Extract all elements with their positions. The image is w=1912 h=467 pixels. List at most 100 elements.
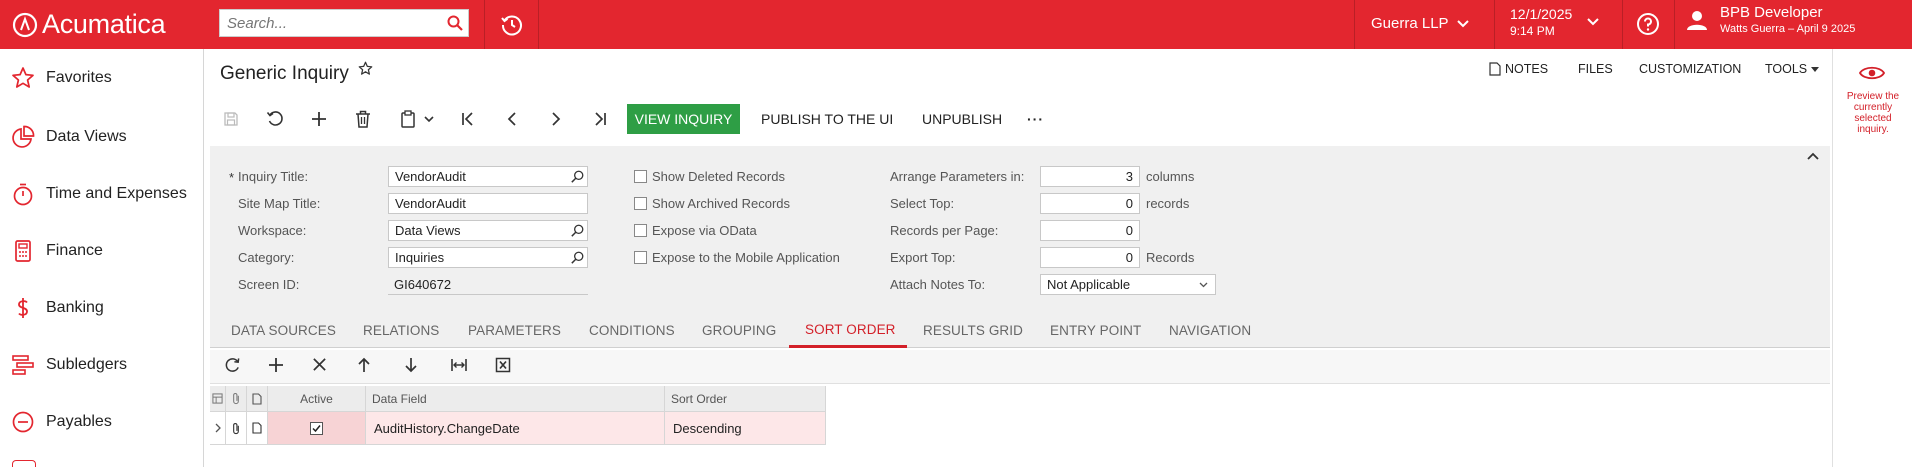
row-selector-header[interactable] — [210, 386, 226, 411]
site-map-title-field[interactable]: VendorAudit — [388, 193, 588, 214]
chevron-down-icon — [424, 115, 434, 122]
last-record-icon[interactable] — [587, 106, 613, 132]
lookup-icon[interactable] — [571, 224, 584, 237]
delete-icon[interactable] — [350, 106, 376, 132]
row-expander[interactable] — [210, 412, 226, 444]
arrange-parameters-field[interactable]: 3 — [1040, 166, 1140, 187]
customization-link[interactable]: CUSTOMIZATION — [1639, 62, 1741, 76]
notes-header — [247, 386, 268, 411]
files-link[interactable]: FILES — [1578, 62, 1613, 76]
data-field-cell[interactable]: AuditHistory.ChangeDate — [366, 412, 665, 444]
user-menu[interactable]: BPB Developer Watts Guerra – April 9 202… — [1686, 4, 1855, 36]
checkbox-box[interactable] — [634, 170, 647, 183]
active-cell[interactable] — [268, 412, 366, 444]
tab-results-grid[interactable]: RESULTS GRID — [923, 323, 1023, 338]
app-logo[interactable]: Acumatica — [12, 9, 166, 40]
checkbox-box[interactable] — [634, 224, 647, 237]
sidebar-item-label: Payables — [46, 413, 112, 430]
lookup-icon[interactable] — [571, 170, 584, 183]
sidebar-item-time-and-expenses[interactable]: Time and Expenses — [0, 174, 204, 214]
export-excel-icon[interactable] — [495, 357, 511, 373]
show-deleted-checkbox[interactable]: Show Deleted Records — [634, 169, 785, 184]
collapse-icon[interactable] — [1806, 151, 1820, 161]
previous-record-icon[interactable] — [499, 106, 525, 132]
next-record-icon[interactable] — [543, 106, 569, 132]
inquiry-title-field[interactable]: VendorAudit — [388, 166, 588, 187]
business-date[interactable]: 12/1/2025 9:14 PM — [1510, 6, 1572, 40]
delete-row-icon[interactable] — [312, 357, 327, 372]
columns-unit: columns — [1146, 169, 1195, 184]
sidebar-item-payables[interactable]: Payables — [0, 402, 204, 442]
expose-mobile-checkbox[interactable]: Expose to the Mobile Application — [634, 250, 840, 265]
row-note[interactable] — [247, 412, 268, 444]
notes-link[interactable]: NOTES — [1489, 62, 1548, 76]
tab-conditions[interactable]: CONDITIONS — [589, 323, 675, 338]
show-archived-checkbox[interactable]: Show Archived Records — [634, 196, 790, 211]
history-icon[interactable] — [500, 13, 524, 37]
checkbox-box[interactable] — [634, 197, 647, 210]
lookup-icon[interactable] — [571, 251, 584, 264]
eye-icon[interactable] — [1859, 64, 1885, 82]
first-record-icon[interactable] — [455, 106, 481, 132]
table-row[interactable]: AuditHistory.ChangeDate Descending — [210, 412, 826, 444]
move-down-icon[interactable] — [403, 357, 419, 373]
row-divider — [210, 444, 826, 445]
row-attachment[interactable] — [226, 412, 247, 444]
add-icon[interactable] — [306, 106, 332, 132]
sidebar-item-favorites[interactable]: Favorites — [0, 58, 204, 98]
tab-navigation[interactable]: NAVIGATION — [1169, 323, 1251, 338]
search-box[interactable] — [219, 9, 469, 37]
data-field-column-header[interactable]: Data Field — [366, 386, 665, 411]
active-column-header[interactable]: Active — [268, 386, 366, 411]
checkbox-label: Show Archived Records — [652, 196, 791, 211]
select-top-value: 0 — [1125, 196, 1133, 211]
add-row-icon[interactable] — [268, 357, 284, 373]
tab-entry-point[interactable]: ENTRY POINT — [1050, 323, 1141, 338]
unpublish-button[interactable]: UNPUBLISH — [922, 106, 1002, 132]
category-field[interactable]: Inquiries — [388, 247, 588, 268]
publish-to-ui-button[interactable]: PUBLISH TO THE UI — [761, 106, 893, 132]
favorite-star-icon[interactable] — [358, 61, 373, 76]
select-top-field[interactable]: 0 — [1040, 193, 1140, 214]
search-input[interactable] — [220, 10, 442, 36]
attach-notes-select[interactable]: Not Applicable — [1040, 274, 1216, 295]
sidebar-item-banking[interactable]: Banking — [0, 288, 204, 328]
checkbox-box[interactable] — [634, 251, 647, 264]
page-title: Generic Inquiry — [220, 63, 349, 84]
tab-sort-order[interactable]: SORT ORDER — [805, 322, 896, 337]
checkbox-checked-icon[interactable] — [310, 421, 323, 435]
copy-paste-menu[interactable] — [396, 106, 438, 132]
records-unit: records — [1146, 196, 1190, 211]
refresh-icon[interactable] — [224, 357, 241, 374]
attach-notes-value: Not Applicable — [1047, 277, 1131, 292]
sort-order-cell[interactable]: Descending — [665, 412, 826, 444]
undo-icon[interactable] — [262, 106, 288, 132]
view-inquiry-button[interactable]: VIEW INQUIRY — [627, 104, 740, 134]
more-actions-button[interactable]: ··· — [1027, 106, 1044, 132]
tools-menu[interactable]: TOOLS — [1765, 62, 1820, 76]
column-header-label: Data Field — [372, 391, 427, 406]
company-selector[interactable]: Guerra LLP — [1371, 15, 1469, 32]
paperclip-icon — [233, 422, 239, 434]
help-icon[interactable] — [1636, 12, 1660, 36]
sidebar-item-data-views[interactable]: Data Views — [0, 117, 204, 157]
expose-odata-checkbox[interactable]: Expose via OData — [634, 223, 757, 238]
sidebar-item-finance[interactable]: Finance — [0, 231, 204, 271]
move-up-icon[interactable] — [356, 357, 372, 373]
records-per-page-field[interactable]: 0 — [1040, 220, 1140, 241]
sidebar-item-label: Favorites — [46, 69, 112, 86]
workspace-field[interactable]: Data Views — [388, 220, 588, 241]
screen-id-value: GI640672 — [394, 276, 452, 292]
tab-data-sources[interactable]: DATA SOURCES — [231, 323, 336, 338]
tab-relations[interactable]: RELATIONS — [363, 323, 439, 338]
export-top-value: 0 — [1125, 250, 1133, 265]
export-top-field[interactable]: 0 — [1040, 247, 1140, 268]
save-icon[interactable] — [218, 106, 244, 132]
tab-parameters[interactable]: PARAMETERS — [468, 323, 561, 338]
sort-order-column-header[interactable]: Sort Order — [665, 386, 826, 411]
tab-grouping[interactable]: GROUPING — [702, 323, 776, 338]
sidebar-item-subledgers[interactable]: Subledgers — [0, 345, 204, 385]
search-icon[interactable] — [442, 15, 468, 31]
fit-columns-icon[interactable] — [450, 357, 468, 373]
chevron-down-icon[interactable] — [1587, 18, 1599, 26]
